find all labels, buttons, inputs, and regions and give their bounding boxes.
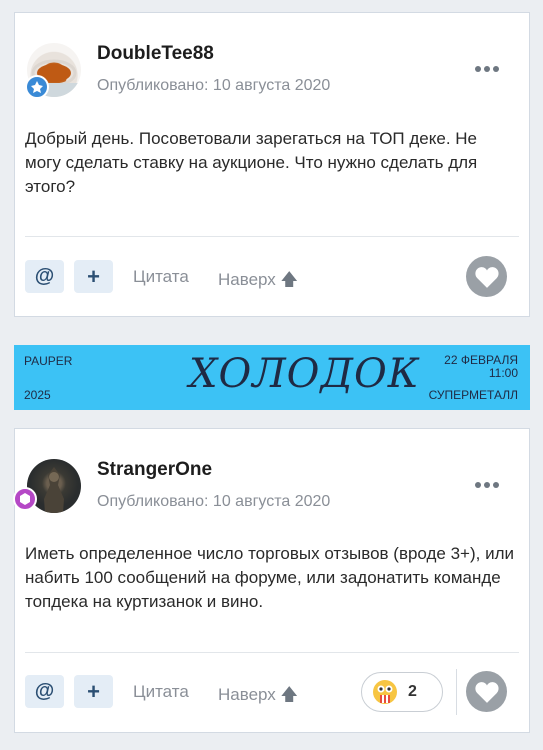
author-name[interactable]: StrangerOne [97,459,212,481]
go-top-label: Наверх [218,685,276,704]
reaction-count: 2 [408,683,417,700]
popcorn-emoji-icon [373,680,397,704]
reaction-button[interactable]: 2 [361,672,443,712]
post-card: DoubleTee88 Опубликовано: 10 августа 202… [14,12,530,317]
like-button[interactable] [466,671,507,712]
banner-date-time: 11:00 [488,366,518,380]
banner-top-left: PAUPER [24,354,73,368]
arrow-up-icon: 🡅 [280,270,299,289]
mention-button[interactable]: @ [25,675,64,708]
member-badge-icon [13,487,37,511]
arrow-up-icon: 🡅 [280,685,299,704]
divider [456,669,457,715]
author-name[interactable]: DoubleTee88 [97,43,214,65]
post-body: Добрый день. Посоветовали зарегаться на … [25,129,478,196]
post-body: Иметь определенное число торговых отзыво… [25,544,515,611]
event-banner[interactable]: PAUPER 2025 ХОЛОДОК 22 ФЕВРАЛЯ 11:00 СУП… [14,345,530,410]
quote-button[interactable]: Цитата [133,682,189,702]
post-card: StrangerOne Опубликовано: 10 августа 202… [13,428,530,733]
banner-title: ХОЛОДОК [189,351,420,397]
go-top-button[interactable]: Наверх 🡅 [218,267,298,296]
post-date: Опубликовано: 10 августа 2020 [97,77,331,94]
banner-format: СУПЕРМЕТАЛЛ [428,388,518,402]
mention-button[interactable]: @ [25,260,64,293]
divider [25,236,519,237]
member-badge-icon [25,75,49,99]
multiquote-button[interactable]: + [74,675,113,708]
divider [25,652,519,653]
go-top-button[interactable]: Наверх 🡅 [218,682,298,711]
banner-bottom-left: 2025 [24,388,51,402]
heart-icon [474,681,499,703]
more-options-icon[interactable] [475,480,499,490]
banner-date: 22 ФЕВРАЛЯ 11:00 [444,354,518,380]
multiquote-button[interactable]: + [74,260,113,293]
more-options-icon[interactable] [475,64,499,74]
post-date: Опубликовано: 10 августа 2020 [97,493,331,510]
go-top-label: Наверх [218,270,276,289]
like-button[interactable] [466,256,507,297]
quote-button[interactable]: Цитата [133,267,189,287]
heart-icon [474,266,499,288]
